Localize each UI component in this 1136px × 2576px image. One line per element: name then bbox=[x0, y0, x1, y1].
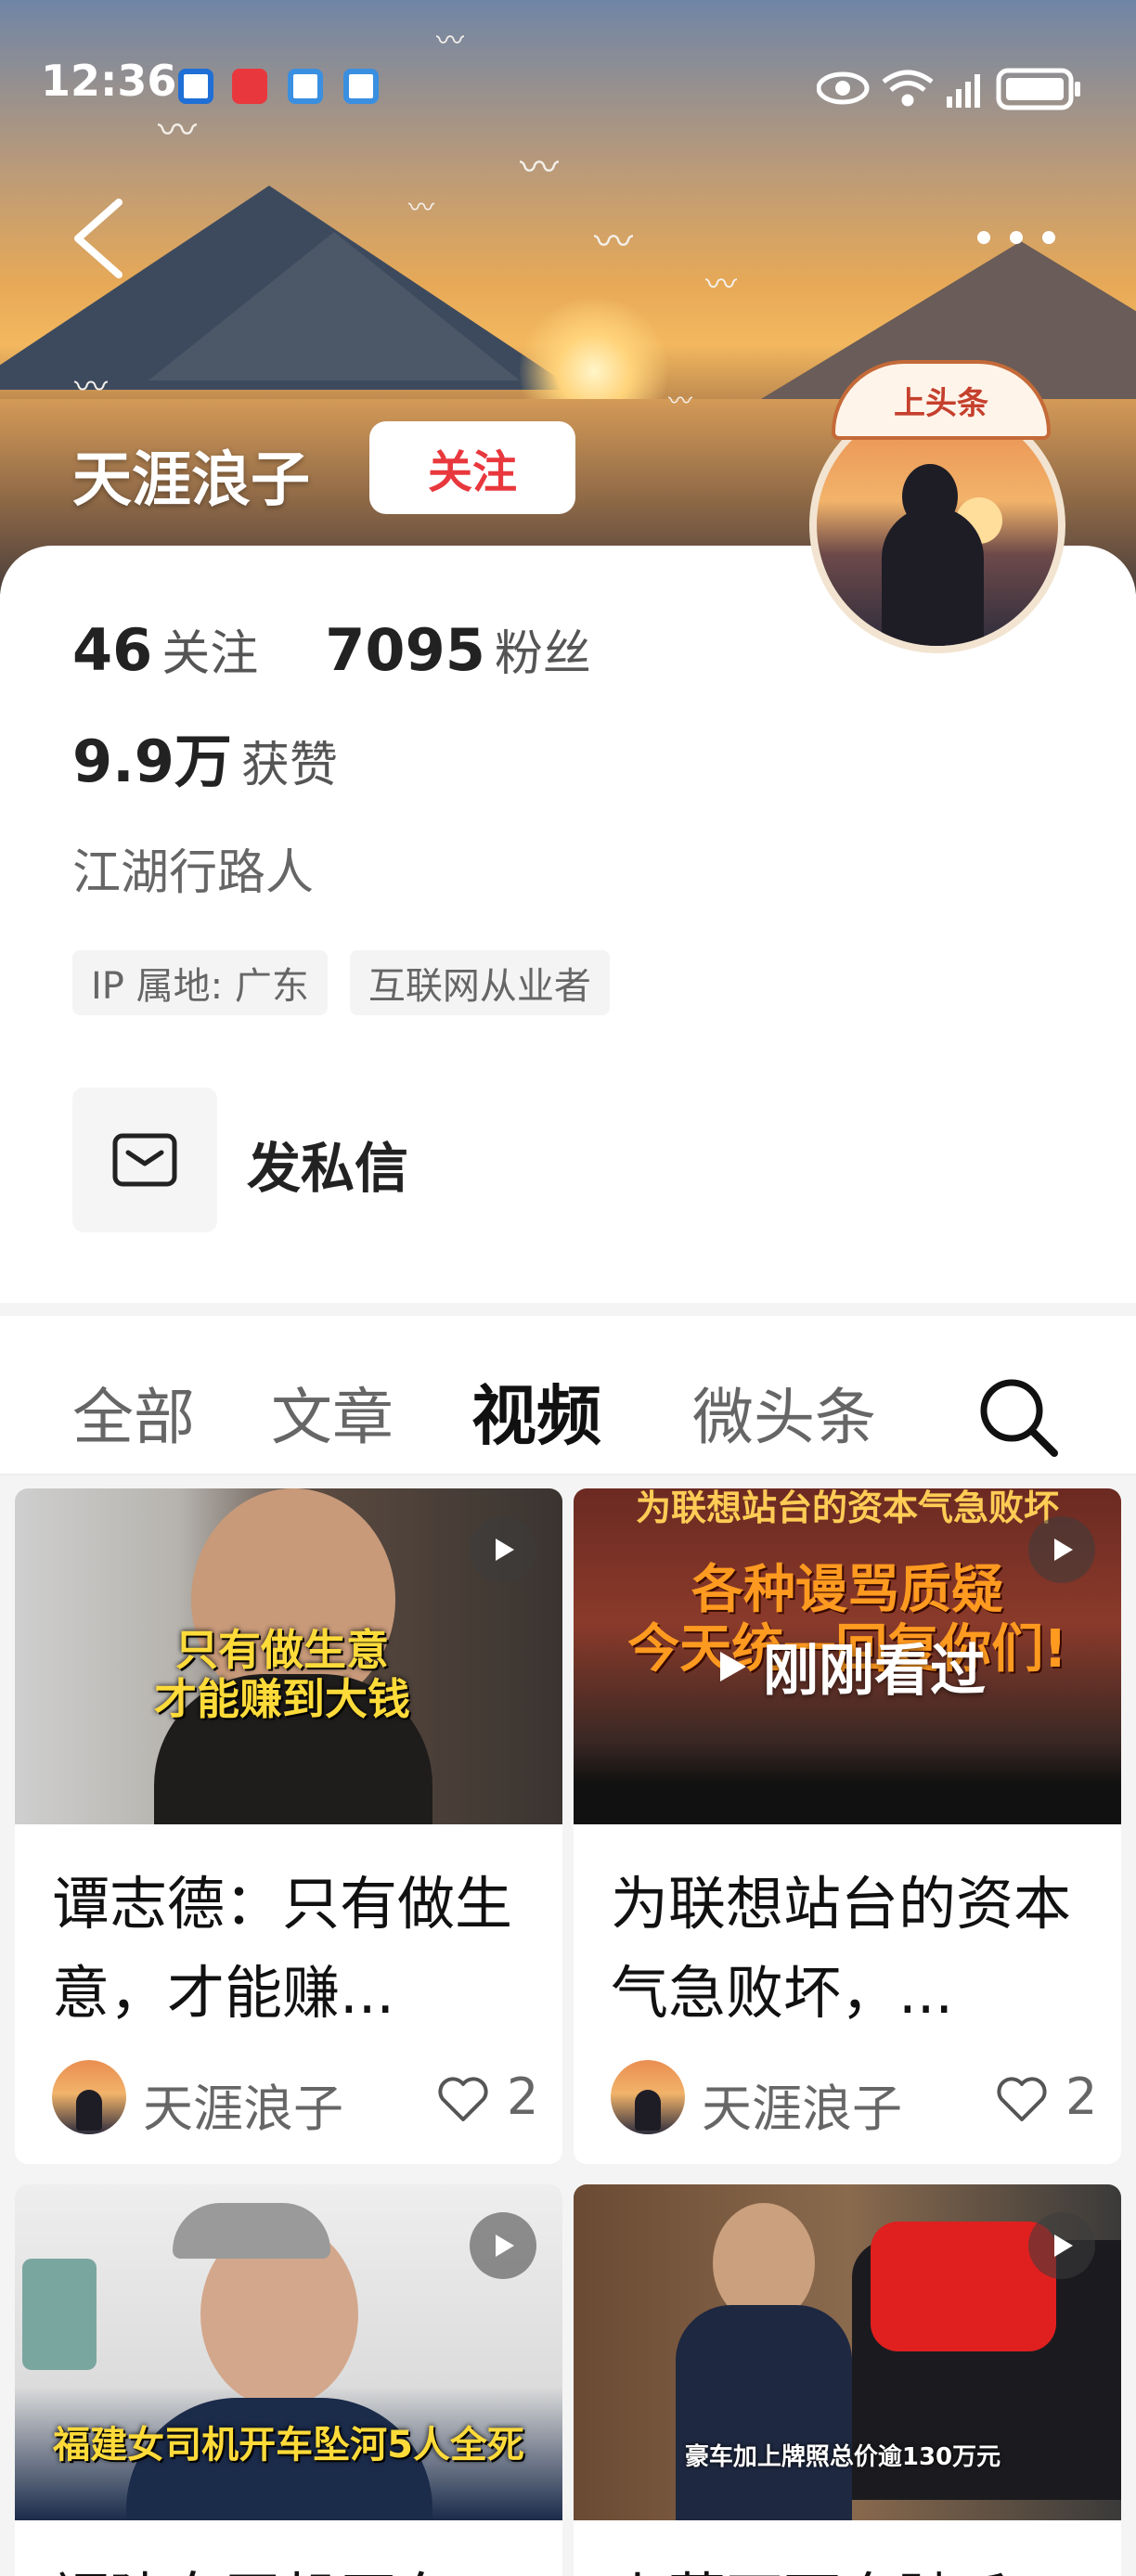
play-icon bbox=[1028, 1516, 1095, 1583]
tab-all[interactable]: 全部 bbox=[72, 1368, 195, 1457]
followers-count[interactable]: 7095 bbox=[325, 616, 485, 684]
message-button-label[interactable]: 发私信 bbox=[247, 1125, 408, 1203]
search-icon[interactable] bbox=[976, 1375, 1060, 1459]
video-thumbnail[interactable]: 为联想站台的资本气急败坏 各种谩骂质疑 今天统一回复你们! 刚刚看过 bbox=[574, 1488, 1121, 1824]
play-icon bbox=[470, 2212, 536, 2279]
avatar-with-badge[interactable]: 上头条 bbox=[809, 360, 1073, 653]
play-icon bbox=[1028, 2212, 1095, 2279]
likes-label: 获赞 bbox=[240, 738, 338, 793]
likes-stat: 9.9万 获赞 bbox=[72, 715, 338, 798]
heart-icon[interactable] bbox=[995, 2075, 1049, 2123]
status-time: 12:36 bbox=[41, 56, 177, 106]
video-title[interactable]: 谭志德：只有做生意，才能赚... bbox=[52, 1860, 535, 2038]
top-headline-badge: 上头条 bbox=[832, 360, 1051, 440]
thumbnail-caption: 只有做生意 才能赚到大钱 bbox=[154, 1625, 410, 1724]
profile-tags: IP 属地: 广东 互联网从业者 bbox=[72, 950, 610, 1015]
following-count[interactable]: 46 bbox=[72, 616, 152, 684]
profile-bio: 江湖行路人 bbox=[72, 845, 315, 901]
tab-articles[interactable]: 文章 bbox=[271, 1368, 394, 1457]
app-notification-icon bbox=[178, 69, 213, 104]
heart-icon[interactable] bbox=[436, 2075, 490, 2123]
follow-button[interactable]: 关注 bbox=[369, 421, 575, 514]
likes-count: 9.9万 bbox=[72, 728, 232, 795]
author-name: 天涯浪子 bbox=[143, 2080, 343, 2138]
app-notification-icon bbox=[343, 69, 379, 104]
watched-label: 刚刚看过 bbox=[763, 1639, 986, 1704]
video-thumbnail[interactable]: 只有做生意 才能赚到大钱 bbox=[15, 1488, 562, 1824]
status-bar: 12:36 bbox=[0, 48, 1136, 122]
video-title[interactable]: 福建女司机开车... bbox=[52, 2556, 535, 2576]
back-arrow-icon[interactable] bbox=[67, 197, 132, 280]
eye-icon bbox=[817, 71, 870, 105]
tab-micro-posts[interactable]: 微头条 bbox=[692, 1368, 876, 1457]
watched-indicator: 刚刚看过 bbox=[713, 1626, 986, 1707]
video-title[interactable]: 为联想站台的资本气急败坏，... bbox=[611, 1860, 1093, 2038]
followers-label[interactable]: 粉丝 bbox=[495, 614, 591, 684]
ip-location-tag: IP 属地: 广东 bbox=[72, 950, 328, 1015]
message-button[interactable] bbox=[72, 1088, 217, 1232]
author-name: 天涯浪子 bbox=[702, 2080, 902, 2138]
status-icons bbox=[817, 65, 1095, 111]
app-notification-icon bbox=[288, 69, 323, 104]
video-card[interactable]: 只有做生意 才能赚到大钱 谭志德：只有做生意，才能赚... 天涯浪子 2 bbox=[15, 1488, 562, 2164]
video-meta: 天涯浪子 2 bbox=[52, 2056, 539, 2138]
play-icon bbox=[470, 1516, 536, 1583]
tab-videos[interactable]: 视频 bbox=[471, 1364, 601, 1458]
thumbnail-caption: 豪车加上牌照总价逾130万元 bbox=[684, 2443, 1001, 2471]
thumbnail-caption: 福建女司机开车坠河5人全死 bbox=[53, 2424, 524, 2467]
like-count: 2 bbox=[507, 2067, 539, 2126]
profile-name: 天涯浪子 bbox=[72, 446, 310, 515]
signal-icon bbox=[947, 74, 980, 108]
video-card[interactable]: 为联想站台的资本气急败坏 各种谩骂质疑 今天统一回复你们! 刚刚看过 为联想站台… bbox=[574, 1488, 1121, 2164]
follow-stats: 46 关注 7095 粉丝 bbox=[72, 614, 591, 689]
author-avatar bbox=[611, 2060, 685, 2134]
profile-page: 〰 〰 〰 〰 〰 〰 〰 〰 12:36 天涯浪子 关注 上头条 46 关注 … bbox=[0, 0, 1136, 2576]
envelope-icon bbox=[112, 1133, 177, 1187]
more-dots-icon[interactable] bbox=[965, 221, 1067, 254]
occupation-tag: 互联网从业者 bbox=[349, 950, 610, 1015]
video-grid: 只有做生意 才能赚到大钱 谭志德：只有做生意，才能赚... 天涯浪子 2 为联想… bbox=[0, 1477, 1136, 2576]
wifi-icon bbox=[882, 70, 934, 107]
content-tabs: 全部 文章 视频 微头条 bbox=[0, 1316, 1136, 1475]
badge-label: 上头条 bbox=[894, 384, 988, 422]
video-thumbnail[interactable]: 豪车加上牌照总价逾130万元 bbox=[574, 2184, 1121, 2520]
like-count: 2 bbox=[1065, 2067, 1098, 2126]
video-meta: 天涯浪子 2 bbox=[611, 2056, 1097, 2138]
video-card[interactable]: 福建女司机开车坠河5人全死 福建女司机开车... bbox=[15, 2184, 562, 2576]
battery-icon bbox=[996, 68, 1080, 110]
video-card[interactable]: 豪车加上牌照总价逾130万元 上蔡石面奔驰丘... bbox=[574, 2184, 1121, 2576]
video-title[interactable]: 上蔡石面奔驰丘... bbox=[611, 2556, 1093, 2576]
author-avatar bbox=[52, 2060, 126, 2134]
following-label[interactable]: 关注 bbox=[161, 614, 258, 684]
thumbnail-top-caption: 为联想站台的资本气急败坏 bbox=[635, 1488, 1059, 1528]
play-icon bbox=[720, 1651, 746, 1681]
app-notification-icon bbox=[232, 69, 267, 104]
video-thumbnail[interactable]: 福建女司机开车坠河5人全死 bbox=[15, 2184, 562, 2520]
